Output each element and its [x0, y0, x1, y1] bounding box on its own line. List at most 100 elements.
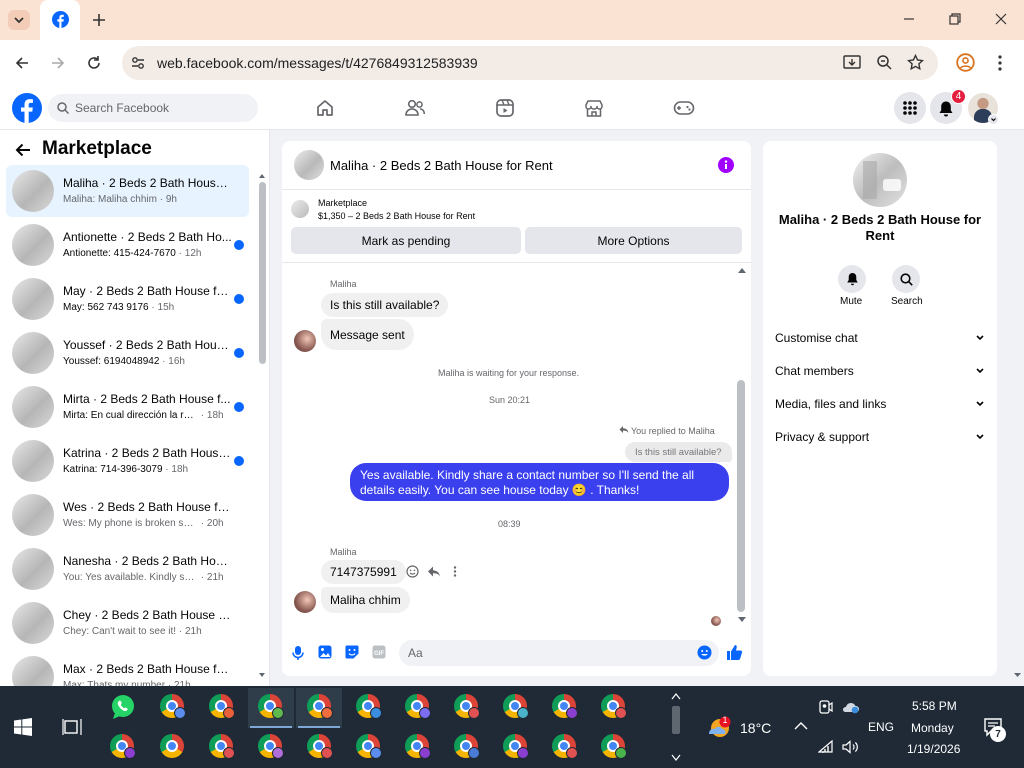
listing-avatar[interactable] — [294, 150, 324, 180]
quoted-message[interactable]: Is this still available? — [625, 442, 732, 462]
tab-search-dropdown-icon[interactable] — [8, 10, 30, 30]
close-window-icon[interactable] — [994, 12, 1008, 26]
conversation-item[interactable]: Nanesha · 2 Beds 2 Bath House ... You: Ye… — [6, 543, 249, 595]
facebook-search-input[interactable]: Search Facebook — [48, 94, 258, 122]
marketplace-icon[interactable] — [584, 98, 604, 118]
input-language[interactable]: ENG — [868, 720, 894, 734]
video-icon[interactable] — [495, 98, 515, 118]
clock-day[interactable]: Monday — [911, 721, 954, 735]
conversation-item[interactable]: Youssef · 2 Beds 2 Bath House... Youssef:… — [6, 327, 249, 379]
install-app-icon[interactable] — [843, 54, 861, 72]
chrome-window-icon[interactable] — [258, 734, 284, 760]
thumbs-up-icon[interactable] — [726, 644, 743, 661]
task-view-icon[interactable] — [62, 718, 82, 736]
chrome-window-icon[interactable] — [503, 694, 529, 720]
facebook-logo-icon[interactable] — [12, 93, 42, 123]
conversation-item[interactable]: Mirta · 2 Beds 2 Bath House f... Mirta: E… — [6, 381, 249, 433]
back-arrow-icon[interactable] — [14, 55, 30, 71]
chat-scroll-down-icon[interactable] — [737, 616, 747, 624]
forward-arrow-icon[interactable] — [50, 55, 66, 71]
reply-icon[interactable] — [427, 565, 441, 578]
listing-price-title[interactable]: $1,350 – 2 Beds 2 Bath House for Rent — [318, 211, 475, 221]
media-files-links-section[interactable]: Media, files and links — [775, 397, 985, 411]
sender-avatar[interactable] — [294, 330, 316, 352]
zoom-icon[interactable] — [876, 54, 892, 70]
chrome-window-icon[interactable] — [503, 734, 529, 760]
sender-avatar[interactable] — [294, 591, 316, 613]
incoming-message[interactable]: Is this still available? — [321, 293, 449, 317]
outgoing-message[interactable]: Yes available. Kindly share a contact nu… — [350, 463, 729, 501]
chrome-window-icon[interactable] — [356, 694, 382, 720]
clock-date[interactable]: 1/19/2026 — [907, 742, 960, 756]
incoming-message[interactable]: Maliha chhim — [321, 587, 410, 613]
chat-members-section[interactable]: Chat members — [775, 364, 985, 378]
chrome-window-icon[interactable] — [258, 694, 284, 720]
gaming-icon[interactable] — [673, 99, 695, 117]
site-info-icon[interactable] — [130, 55, 146, 71]
chrome-window-icon[interactable] — [601, 734, 627, 760]
chat-title[interactable]: Maliha · 2 Beds 2 Bath House for Rent — [330, 158, 553, 173]
mute-button[interactable] — [838, 265, 866, 293]
conversation-item[interactable]: Antionette · 2 Beds 2 Bath Ho... Antionet… — [6, 219, 249, 271]
restore-window-icon[interactable] — [948, 12, 962, 26]
chrome-window-icon[interactable] — [209, 734, 235, 760]
chrome-window-icon[interactable] — [454, 734, 480, 760]
browser-menu-icon[interactable] — [996, 54, 1004, 72]
conversation-item[interactable]: Maliha · 2 Beds 2 Bath House f... Maliha:… — [6, 165, 249, 217]
chrome-window-icon[interactable] — [356, 734, 382, 760]
search-in-conversation-button[interactable] — [892, 265, 920, 293]
listing-profile-picture[interactable] — [853, 153, 907, 207]
friends-icon[interactable] — [404, 98, 426, 118]
message-input[interactable]: Aa — [399, 640, 719, 666]
new-tab-button[interactable] — [90, 11, 108, 29]
privacy-support-section[interactable]: Privacy & support — [775, 430, 985, 444]
conversation-item[interactable]: May · 2 Beds 2 Bath House fo... May: 562 … — [6, 273, 249, 325]
sticker-icon[interactable] — [345, 645, 359, 659]
home-icon[interactable] — [315, 98, 335, 118]
page-scrollbar[interactable] — [1011, 130, 1024, 686]
conversation-item[interactable]: Wes · 2 Beds 2 Bath House for ... Wes: My… — [6, 489, 249, 541]
microphone-icon[interactable] — [292, 645, 304, 661]
weather-icon[interactable] — [706, 714, 734, 740]
minimize-window-icon[interactable] — [902, 12, 916, 26]
customise-chat-section[interactable]: Customise chat — [775, 331, 985, 345]
profile-icon[interactable] — [956, 53, 975, 72]
menu-grid-button[interactable] — [894, 92, 926, 124]
chrome-window-icon[interactable] — [405, 694, 431, 720]
gif-icon[interactable]: GIF — [372, 645, 386, 659]
more-actions-icon[interactable] — [452, 565, 458, 578]
incoming-message[interactable]: 7147375991 — [321, 560, 406, 584]
meet-now-icon[interactable] — [818, 699, 834, 715]
wifi-icon[interactable] — [818, 740, 834, 754]
weather-temperature[interactable]: 18°C — [740, 720, 771, 736]
whatsapp-icon[interactable] — [110, 694, 136, 720]
conversation-list-scroll-thumb[interactable] — [259, 182, 266, 364]
chrome-window-icon[interactable] — [552, 734, 578, 760]
react-emoji-icon[interactable] — [406, 565, 419, 578]
photo-icon[interactable] — [318, 645, 332, 659]
chrome-window-icon[interactable] — [307, 734, 333, 760]
chrome-window-icon[interactable] — [160, 694, 186, 720]
url-text[interactable]: web.facebook.com/messages/t/427684931258… — [157, 55, 478, 71]
reload-icon[interactable] — [86, 55, 102, 71]
incoming-message[interactable]: Message sent — [321, 319, 414, 350]
taskbar-scroll[interactable] — [670, 690, 682, 762]
info-icon[interactable] — [718, 157, 734, 173]
back-arrow-icon[interactable] — [14, 141, 32, 159]
chrome-window-icon[interactable] — [552, 694, 578, 720]
chrome-window-icon[interactable] — [209, 694, 235, 720]
browser-tab-facebook[interactable] — [40, 0, 80, 40]
bookmark-star-icon[interactable] — [907, 54, 924, 71]
account-chevron-icon[interactable] — [988, 114, 999, 125]
chrome-window-icon[interactable] — [160, 734, 186, 760]
emoji-icon[interactable] — [697, 645, 712, 660]
mark-as-pending-button[interactable]: Mark as pending — [291, 227, 521, 254]
volume-icon[interactable] — [842, 740, 860, 754]
chrome-window-icon[interactable] — [307, 694, 333, 720]
chat-scroll-thumb[interactable] — [737, 380, 745, 612]
conversation-item[interactable]: Katrina · 2 Beds 2 Bath House... Katrina:… — [6, 435, 249, 487]
chrome-window-icon[interactable] — [454, 694, 480, 720]
chrome-window-icon[interactable] — [601, 694, 627, 720]
chrome-window-icon[interactable] — [405, 734, 431, 760]
chat-scroll-up-icon[interactable] — [737, 266, 747, 274]
